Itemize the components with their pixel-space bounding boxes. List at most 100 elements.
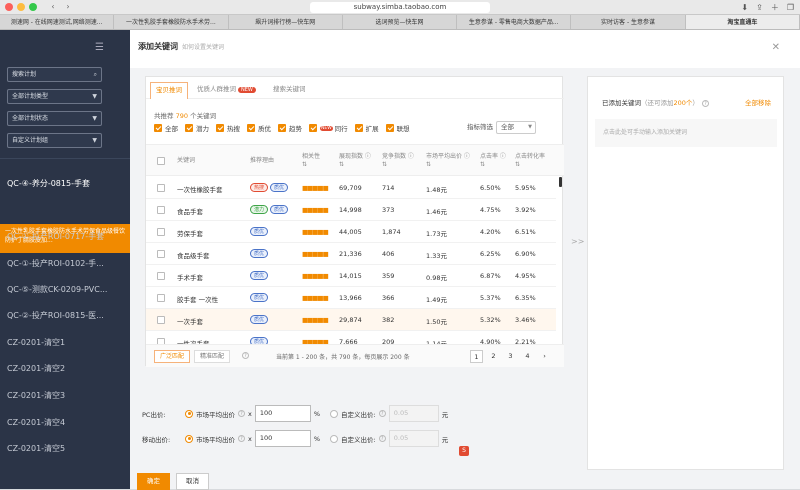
page-button[interactable]: 3 [504,350,517,363]
plan-status-select[interactable]: 全部计划状态 ▼ [7,111,102,126]
close-window-button[interactable] [5,3,13,11]
table-row[interactable]: 胶手套 一次性 质优 ■■■■■ 13,966 366 1.49元 5.37% 6.35% [146,287,556,309]
row-checkbox[interactable] [157,272,165,280]
browser-tab[interactable]: 选词预览—快车网 [343,15,458,29]
help-icon[interactable]: ? [238,435,245,442]
broad-match-button[interactable]: 广泛匹配 [154,350,191,363]
relevance-stars: ■■■■■ [302,294,329,302]
page-button[interactable]: 2 [487,350,500,363]
table-row[interactable]: 食品手套 潜力 质优 ■■■■■ 14,998 373 1.46元 4.75% 3.92% [146,199,556,221]
browser-tab[interactable]: 飙升词排行榜—快车网 [229,15,343,29]
pc-custom-bid-input[interactable]: 0.05 [388,405,439,422]
reason-cell: 质优 [250,271,270,280]
back-icon[interactable]: ‹ [45,2,61,12]
minimize-window-button[interactable] [17,3,25,11]
modal-help-link[interactable]: 如何设置关键词 [182,44,224,51]
competition-cell: 373 [382,206,395,214]
sidebar-plan-item[interactable]: QC-①-投产ROI-0717-手套 [7,231,125,242]
mobile-custom-bid-input[interactable]: 0.05 [388,430,439,447]
table-row[interactable]: 食品级手套 质优 ■■■■■ 21,336 406 1.33元 6.25% 6.90% [146,243,556,265]
added-keywords-panel: 已添加关键词（还可添加200个）? 全部移除 点击此处可手动输入添加关键词 [587,76,784,470]
plugin-icon[interactable]: S [459,446,469,456]
row-checkbox[interactable] [157,228,165,236]
avg-bid-cell: 1.50元 [426,318,447,326]
table-row[interactable]: 一次手套 质优 ■■■■■ 29,874 382 1.50元 5.32% 3.46% [146,309,556,331]
help-icon[interactable]: ? [378,410,386,417]
pc-multiplier-input[interactable]: 100 [254,405,311,422]
reason-tag: 质优 [250,227,269,236]
cvr-cell: 3.46% [515,316,536,324]
search-plan-input[interactable]: 搜索计划 ⌕ [7,67,102,82]
pc-bid-row: PC出价: 市场平均出价? x 100 % 自定义出价:? 0.05 元 [142,405,448,422]
help-icon[interactable]: ? [378,435,386,442]
tabs-overview-icon[interactable]: ❐ [787,2,794,13]
browser-tab[interactable]: 一次性乳胶手套橡胶防水手术劳... [114,15,229,29]
sidebar-plan-item[interactable]: QC-⑤-测款CK-0209-PVC... [7,284,125,295]
sidebar-plan-item[interactable]: QC-②-投产ROI-0815-医... [7,310,125,321]
reason-tag: 质优 [250,249,269,258]
yuan-unit: 元 [441,435,449,444]
mobile-avg-radio[interactable] [185,434,193,443]
page-button[interactable]: 4 [521,350,534,363]
browser-tab[interactable]: 实时访客 - 生意参谋 [571,15,686,29]
table-row[interactable]: 一次性橡胶手套 热搜 质优 ■■■■■ 69,709 714 1.48元 6.50% 5.95% [146,177,556,199]
multiply-sign: x [248,434,252,443]
table-row[interactable]: 一性次手套 质优 ■■■■■ 7,666 209 1.14元 4.90% 2.21% [146,331,556,344]
mobile-custom-radio[interactable] [330,434,339,443]
impressions-cell: 14,015 [339,272,362,280]
confirm-button[interactable]: 确定 [137,473,170,490]
plan-type-select[interactable]: 全部计划类型 ▼ [7,89,102,104]
row-checkbox[interactable] [157,206,165,214]
sidebar-plan-item[interactable]: CZ-0201-清空2 [7,363,125,374]
help-icon[interactable]: ? [238,410,245,417]
remove-all-link[interactable]: 全部移除 [745,97,771,107]
row-checkbox[interactable] [157,250,165,258]
sidebar: ☰ 搜索计划 ⌕ 全部计划类型 ▼ 全部计划状态 ▼ 自定义计划组 ▼ QC-④-养分-… [0,30,130,489]
added-limit-text: （还可添加 [641,99,674,107]
avg-bid-cell: 1.73元 [426,230,447,238]
menu-icon[interactable]: ☰ [95,42,104,53]
plan-group-select[interactable]: 自定义计划组 ▼ [7,133,102,148]
browser-tab-active[interactable]: 淘宝直通车 [685,15,800,29]
browser-tab[interactable]: 生意参谋 - 零售电商大数据产品... [457,15,572,29]
help-icon[interactable]: ? [701,100,709,107]
sidebar-plan-item[interactable]: CZ-0201-清空4 [7,417,125,428]
row-checkbox[interactable] [157,316,165,324]
next-page-icon[interactable]: › [538,350,551,363]
zoom-window-button[interactable] [29,3,37,11]
download-icon[interactable]: ⬇ [741,2,748,13]
pc-avg-radio[interactable] [185,409,193,418]
page-button-active[interactable]: 1 [470,350,483,363]
relevance-stars: ■■■■■ [302,272,329,280]
new-tab-icon[interactable]: ＋ [771,2,779,13]
multiply-sign: x [248,409,252,418]
forward-icon[interactable]: › [60,2,76,12]
avg-bid-cell: 0.98元 [426,274,447,282]
help-icon[interactable]: ? [242,352,249,359]
competition-cell: 406 [382,250,395,258]
share-icon[interactable]: ⇪ [756,2,763,13]
mobile-multiplier-input[interactable]: 100 [254,430,311,447]
row-checkbox[interactable] [157,184,165,192]
window-controls [5,3,37,11]
sidebar-plan-item[interactable]: CZ-0201-清空5 [7,443,125,454]
reason-tag: 质优 [270,205,289,214]
close-icon[interactable]: ✕ [772,42,780,53]
sidebar-plan-item[interactable]: QC-④-养分-0815-手套 [7,178,125,189]
table-row[interactable]: 劳保手套 质优 ■■■■■ 44,005 1,874 1.73元 4.20% 6.51% [146,221,556,243]
sidebar-plan-item[interactable]: CZ-0201-清空3 [7,390,125,401]
browser-tab[interactable]: 测速网 - 在线网速测试,网络测速... [0,15,115,29]
address-bar[interactable]: subway.simba.taobao.com [310,2,490,13]
exact-match-button[interactable]: 精准匹配 [194,350,231,363]
table-row[interactable]: 手术手套 质优 ■■■■■ 14,015 359 0.98元 6.87% 4.95% [146,265,556,287]
manual-keyword-input[interactable]: 点击此处可手动输入添加关键词 [595,119,777,147]
table-scrollbar[interactable] [559,177,562,187]
sidebar-plan-item[interactable]: QC-①-投产ROI-0102-手... [7,258,125,269]
cvr-cell: 5.95% [515,184,536,192]
sidebar-plan-item[interactable]: CZ-0201-清空1 [7,337,125,348]
cancel-button[interactable]: 取消 [176,473,209,490]
pc-custom-radio[interactable] [330,409,339,418]
add-arrow-icon[interactable]: >> [571,237,584,246]
reason-cell: 热搜 质优 [250,183,290,192]
row-checkbox[interactable] [157,294,165,302]
